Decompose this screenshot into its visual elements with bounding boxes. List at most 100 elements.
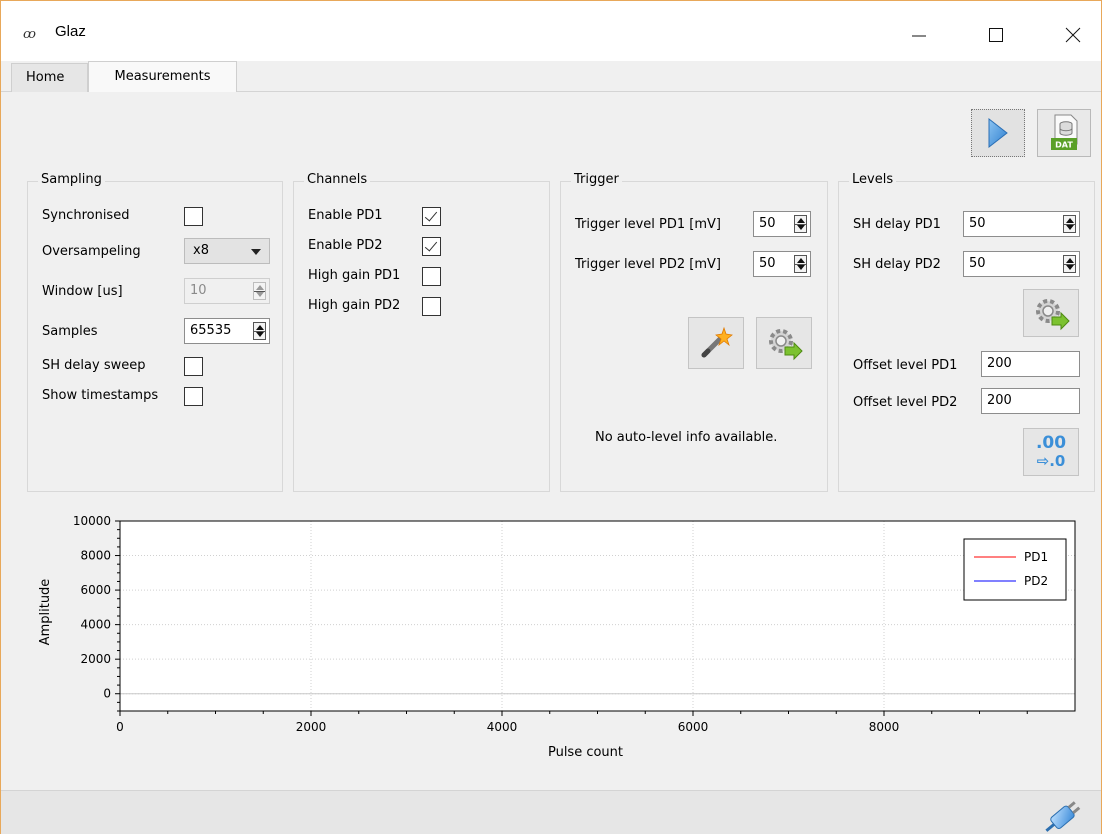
high-gain-pd1-label: High gain PD1 (308, 268, 401, 283)
y-tick-label: 0 (103, 687, 111, 701)
window-value: 10 (190, 283, 207, 298)
high-gain-pd2-checkbox[interactable] (422, 297, 441, 316)
sh-delay-pd2-spinbox[interactable]: 50 (963, 251, 1080, 277)
samples-label: Samples (42, 324, 98, 339)
x-axis-label: Pulse count (548, 745, 623, 760)
enable-pd1-checkbox[interactable] (422, 207, 441, 226)
maximize-icon (989, 28, 1003, 42)
chart-svg: 0 2000 4000 6000 8000 0 2000 4000 6000 8000 10000 P… (38, 514, 1076, 760)
spin-arrows-icon (253, 282, 266, 300)
auto-level-button[interactable] (688, 317, 744, 369)
channels-group: Channels Enable PD1 Enable PD2 High gain… (293, 172, 550, 492)
y-tick-label: 2000 (80, 652, 111, 666)
sh-delay-sweep-label: SH delay sweep (42, 358, 146, 373)
apply-levels-button[interactable] (1023, 289, 1079, 337)
window-title: Glaz (55, 23, 86, 40)
apply-trigger-button[interactable] (756, 317, 812, 369)
spin-arrows-icon[interactable] (253, 322, 266, 340)
x-tick-label: 0 (116, 720, 124, 734)
x-tick-label: 4000 (487, 720, 518, 734)
high-gain-pd1-checkbox[interactable] (422, 267, 441, 286)
gear-arrow-icon (1036, 299, 1070, 331)
x-tick-label: 8000 (869, 720, 900, 734)
magic-wand-icon (701, 326, 733, 358)
sampling-group-title: Sampling (38, 172, 105, 187)
offset-pd2-label: Offset level PD2 (853, 395, 958, 410)
minimize-button[interactable] (896, 15, 942, 55)
plug-icon[interactable] (1041, 799, 1087, 833)
x-tick-label: 6000 (678, 720, 709, 734)
app-logo-icon: ꝏ (23, 27, 36, 41)
sh-delay-pd1-label: SH delay PD1 (853, 217, 941, 232)
enable-pd2-label: Enable PD2 (308, 238, 383, 253)
start-measurement-button[interactable] (971, 109, 1025, 157)
trigger-group-title: Trigger (571, 172, 622, 187)
trigger-pd2-value: 50 (759, 256, 776, 271)
levels-group-title: Levels (849, 172, 897, 187)
oversampling-value: x8 (193, 243, 209, 258)
spin-arrows-icon[interactable] (794, 215, 807, 233)
spin-arrows-icon[interactable] (794, 255, 807, 273)
window-spinbox: 10 (184, 278, 270, 304)
sh-delay-pd1-value: 50 (969, 216, 986, 231)
oversampling-label: Oversampeling (42, 244, 141, 259)
minimize-icon (912, 35, 926, 37)
plot-area (120, 521, 1075, 711)
samples-value: 65535 (190, 323, 232, 338)
status-bar (1, 790, 1101, 834)
play-icon (988, 118, 1008, 148)
sampling-group: Sampling Synchronised Oversampeling x8 W… (27, 172, 283, 492)
show-timestamps-label: Show timestamps (42, 388, 159, 403)
sh-delay-pd2-value: 50 (969, 256, 986, 271)
enable-pd1-label: Enable PD1 (308, 208, 383, 223)
trigger-pd1-value: 50 (759, 216, 776, 231)
synchronised-checkbox[interactable] (184, 207, 203, 226)
oversampling-select[interactable]: x8 (184, 238, 270, 264)
enable-pd2-checkbox[interactable] (422, 237, 441, 256)
tab-measurements[interactable]: Measurements (88, 61, 237, 92)
tab-bar: Home Measurements (1, 61, 1101, 92)
sh-delay-pd1-spinbox[interactable]: 50 (963, 211, 1080, 237)
close-button[interactable] (1050, 15, 1096, 55)
channels-group-title: Channels (304, 172, 371, 187)
trigger-pd1-spinbox[interactable]: 50 (753, 211, 811, 237)
auto-level-info-text: No auto-level info available. (595, 430, 778, 445)
show-timestamps-checkbox[interactable] (184, 387, 203, 406)
trigger-pd2-label: Trigger level PD2 [mV] (575, 257, 721, 272)
samples-spinbox[interactable]: 65535 (184, 318, 270, 344)
dat-badge-text: DAT (1055, 141, 1073, 150)
svg-text:ꝏ: ꝏ (23, 27, 36, 41)
spin-arrows-icon[interactable] (1063, 215, 1076, 233)
sh-delay-pd2-label: SH delay PD2 (853, 257, 941, 272)
spin-arrows-icon[interactable] (1063, 255, 1076, 273)
offset-pd2-input[interactable]: 200 (981, 388, 1080, 414)
x-tick-label: 2000 (296, 720, 327, 734)
close-icon (1065, 27, 1081, 43)
export-data-button[interactable]: DAT (1037, 109, 1091, 157)
trigger-pd2-spinbox[interactable]: 50 (753, 251, 811, 277)
y-axis-label: Amplitude (38, 579, 53, 646)
window-label: Window [us] (42, 284, 123, 299)
y-tick-label: 8000 (80, 549, 111, 563)
tab-home[interactable]: Home (11, 63, 88, 92)
trigger-pd1-label: Trigger level PD1 [mV] (575, 217, 721, 232)
y-tick-label: 4000 (80, 618, 111, 632)
decimal-icon-top: .00 (1035, 433, 1067, 453)
decimal-icon-bottom: ⇨.0 (1036, 452, 1066, 470)
gear-arrow-icon (769, 329, 803, 361)
sh-delay-sweep-checkbox[interactable] (184, 357, 203, 376)
levels-group: Levels SH delay PD1 50 SH delay PD2 50 O… (838, 172, 1095, 492)
chevron-down-icon (251, 249, 261, 255)
reset-offsets-button[interactable]: .00 ⇨.0 (1023, 428, 1079, 476)
legend-label-pd2: PD2 (1024, 574, 1048, 588)
maximize-button[interactable] (973, 15, 1019, 55)
dat-file-icon: DAT (1051, 114, 1078, 150)
title-bar: ꝏ Glaz (1, 1, 1101, 61)
legend-label-pd1: PD1 (1024, 550, 1048, 564)
app-window: ꝏ Glaz Home Measurements DAT Sampling Sy… (0, 0, 1102, 834)
offset-pd1-label: Offset level PD1 (853, 358, 958, 373)
amplitude-chart: 0 2000 4000 6000 8000 0 2000 4000 6000 8000 10000 P… (27, 509, 1087, 779)
trigger-group: Trigger Trigger level PD1 [mV] 50 Trigge… (560, 172, 828, 492)
offset-pd1-input[interactable]: 200 (981, 351, 1080, 377)
y-tick-label: 10000 (73, 514, 111, 528)
